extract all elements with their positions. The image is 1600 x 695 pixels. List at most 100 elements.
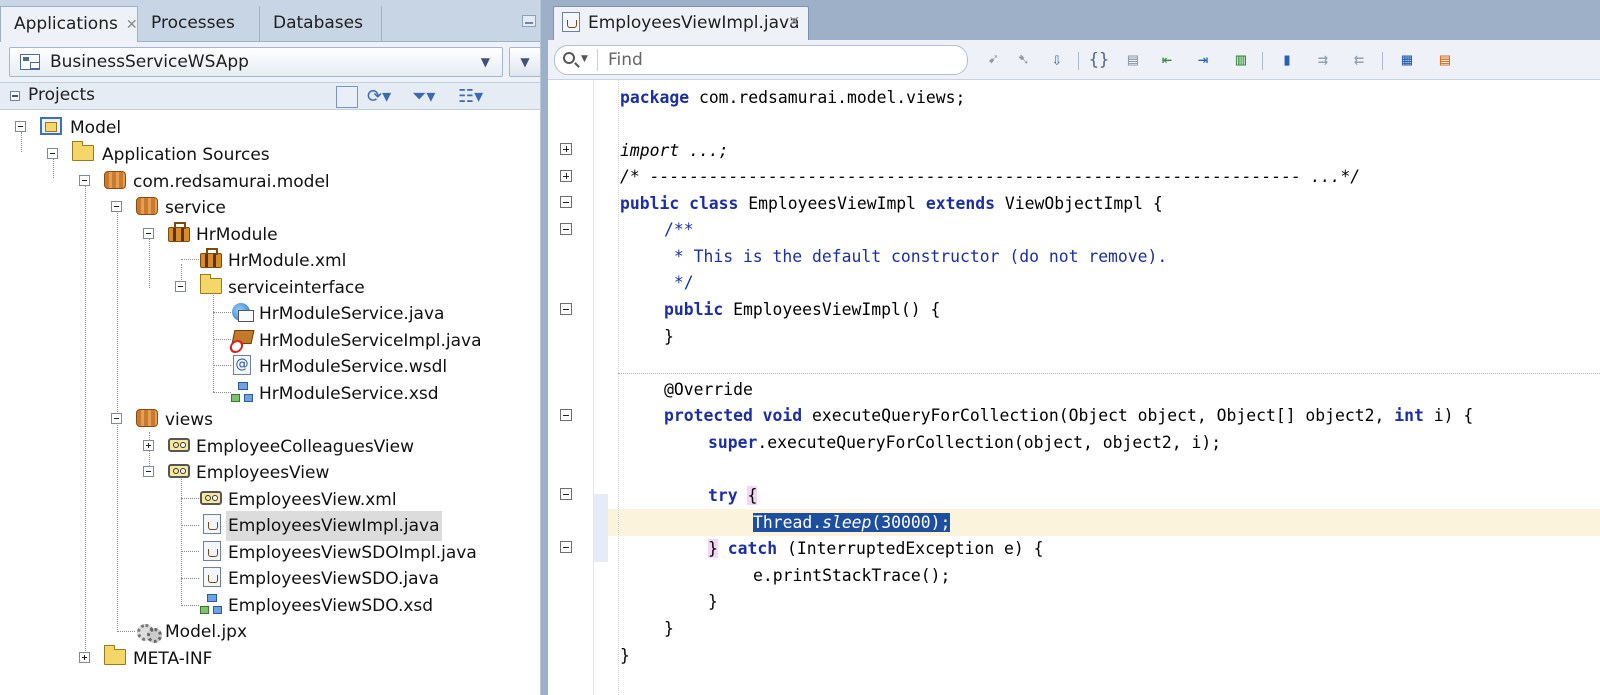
view-object-icon: [168, 464, 190, 478]
tree-item-hrmoduleserviceimpl-java[interactable]: HrModuleServiceImpl.java: [0, 326, 482, 352]
collapse-icon[interactable]: [10, 91, 20, 101]
tree-item-label: HrModule.xml: [228, 251, 347, 271]
previous-bookmark-icon[interactable]: ⇇: [1346, 48, 1372, 72]
braces-icon[interactable]: {}: [1086, 48, 1112, 72]
tree-item-employeesviewimpl-java[interactable]: EmployeesViewImpl.java: [0, 511, 442, 541]
code-line: }: [620, 646, 630, 665]
refresh-icon[interactable]: ⟳▾: [367, 86, 391, 108]
indent-icon[interactable]: ⇤: [1154, 48, 1180, 72]
tree-item-package-model[interactable]: com.redsamurai.model: [0, 167, 330, 193]
application-icon: [20, 54, 40, 70]
highlight-occurrences-icon[interactable]: ⇩: [1044, 48, 1070, 72]
package-icon: [136, 409, 158, 427]
tab-applications[interactable]: Applications ✕: [0, 6, 138, 42]
application-module-icon: [168, 222, 190, 242]
tree-item-employeesviewsdo-java[interactable]: EmployeesViewSDO.java: [0, 564, 440, 590]
tree-item-serviceinterface[interactable]: serviceinterface: [0, 273, 365, 299]
collapse-toggle[interactable]: [175, 281, 186, 292]
text-selection: Thread.sleep(30000);: [753, 513, 951, 532]
tree-item-service[interactable]: service: [0, 193, 240, 219]
tree-item-model-jpx[interactable]: Model.jpx: [0, 617, 300, 643]
comment-icon[interactable]: ▥: [1228, 48, 1254, 72]
tree-item-employeesviewsdoimpl-java[interactable]: EmployeesViewSDOImpl.java: [0, 538, 477, 564]
tree-item-hrmodule[interactable]: HrModule: [0, 220, 280, 246]
minimize-icon[interactable]: [522, 15, 536, 27]
tab-employeesviewimpl-java[interactable]: EmployeesViewImpl.java ✕: [553, 6, 809, 40]
find-next-icon[interactable]: ➷: [1010, 48, 1036, 72]
tree-item-model[interactable]: Model: [0, 113, 200, 139]
tree-item-label: HrModuleService.java: [259, 304, 445, 324]
editor-gutter: [548, 80, 594, 695]
properties-icon[interactable]: ▤: [1432, 48, 1458, 72]
close-icon[interactable]: ✕: [126, 17, 138, 33]
filter-icon[interactable]: ⏷▾: [412, 86, 435, 108]
expand-toggle[interactable]: [143, 440, 154, 451]
view-object-icon: [200, 491, 222, 505]
find-input[interactable]: [597, 49, 957, 71]
collapse-fold-icon[interactable]: [560, 196, 572, 208]
code-line: protected void executeQueryForCollection…: [664, 406, 1474, 425]
application-menu-button[interactable]: ▼: [509, 47, 541, 77]
collapse-fold-icon[interactable]: [560, 541, 572, 553]
code-line: try {: [708, 486, 758, 505]
collapse-fold-icon[interactable]: [560, 488, 572, 500]
tree-item-application-sources[interactable]: Application Sources: [0, 140, 300, 166]
collapse-toggle[interactable]: [111, 413, 122, 424]
code-line: /**: [664, 220, 694, 239]
code-line: @Override: [664, 380, 753, 399]
split-editor-icon[interactable]: ▦: [1394, 48, 1420, 72]
panel-splitter[interactable]: [540, 0, 548, 695]
tree-item-hrmoduleservice-xsd[interactable]: HrModuleService.xsd: [0, 379, 440, 405]
collapse-toggle[interactable]: [143, 228, 154, 239]
expand-toggle[interactable]: [79, 652, 90, 663]
tree-item-hrmodule-xml[interactable]: HrModule.xml: [0, 246, 346, 272]
working-set-icon[interactable]: ☷▾: [458, 86, 483, 108]
collapse-fold-icon[interactable]: [560, 409, 572, 421]
reformat-icon[interactable]: ▤: [1120, 48, 1146, 72]
search-icon[interactable]: [563, 52, 575, 64]
collapse-fold-icon[interactable]: [560, 223, 572, 235]
navigator-tab-bar: Applications ✕ Processes Databases: [0, 0, 548, 42]
service-impl-icon: [231, 330, 255, 344]
tab-processes[interactable]: Processes: [138, 6, 260, 42]
wsdl-icon: @: [233, 355, 251, 375]
application-selector-row: BusinessServiceWSApp ▼ ▼: [0, 42, 548, 82]
tree-item-label: HrModuleService.xsd: [259, 384, 439, 404]
tree-item-hrmoduleservice-java[interactable]: HrModuleService.java: [0, 299, 444, 325]
collapse-toggle[interactable]: [47, 148, 58, 159]
tree-item-label: views: [165, 410, 214, 430]
collapse-toggle[interactable]: [15, 121, 26, 132]
bookmark-icon[interactable]: ▮: [1274, 48, 1300, 72]
find-previous-icon[interactable]: ➹: [980, 48, 1006, 72]
gears-icon: [136, 620, 162, 643]
code-area[interactable]: package com.redsamurai.model.views; impo…: [594, 80, 1600, 695]
collapse-toggle[interactable]: [111, 201, 122, 212]
chevron-down-icon[interactable]: ▼: [581, 54, 588, 64]
tree-item-employeecolleaguesview[interactable]: EmployeeColleaguesView: [0, 432, 420, 458]
expand-fold-icon[interactable]: [560, 143, 572, 155]
tab-databases-label: Databases: [273, 13, 363, 33]
tab-databases[interactable]: Databases: [260, 6, 382, 42]
code-line-selected: Thread.sleep(30000);: [753, 509, 951, 536]
tree-item-views[interactable]: views: [0, 405, 240, 431]
java-file-icon: [203, 541, 221, 561]
tree-item-employeesview-xml[interactable]: EmployeesView.xml: [0, 485, 400, 511]
collapse-toggle[interactable]: [79, 175, 90, 186]
next-bookmark-icon[interactable]: ⇉: [1310, 48, 1336, 72]
tree-item-label: EmployeesView: [196, 463, 330, 483]
tree-item-hrmoduleservice-wsdl[interactable]: @ HrModuleService.wsdl: [0, 352, 447, 378]
unindent-icon[interactable]: ⇥: [1190, 48, 1216, 72]
collapse-fold-icon[interactable]: [560, 303, 572, 315]
java-file-icon: [203, 514, 221, 534]
tree-item-meta-inf[interactable]: META-INF: [0, 644, 300, 670]
projects-panel-header: Projects ⟳▾ ⏷▾ ☷▾: [0, 82, 548, 110]
tree-item-employeesview[interactable]: EmployeesView: [0, 458, 340, 484]
close-icon[interactable]: ✕: [788, 14, 800, 30]
search-icon[interactable]: [336, 86, 358, 108]
tree-item-label: EmployeesViewImpl.java: [226, 511, 442, 541]
expand-fold-icon[interactable]: [560, 170, 572, 182]
tree-item-employeesviewsdo-xsd[interactable]: EmployeesViewSDO.xsd: [0, 591, 440, 617]
collapse-toggle[interactable]: [143, 466, 154, 477]
application-dropdown[interactable]: BusinessServiceWSApp ▼: [9, 47, 503, 77]
find-field[interactable]: ▼: [554, 45, 968, 75]
